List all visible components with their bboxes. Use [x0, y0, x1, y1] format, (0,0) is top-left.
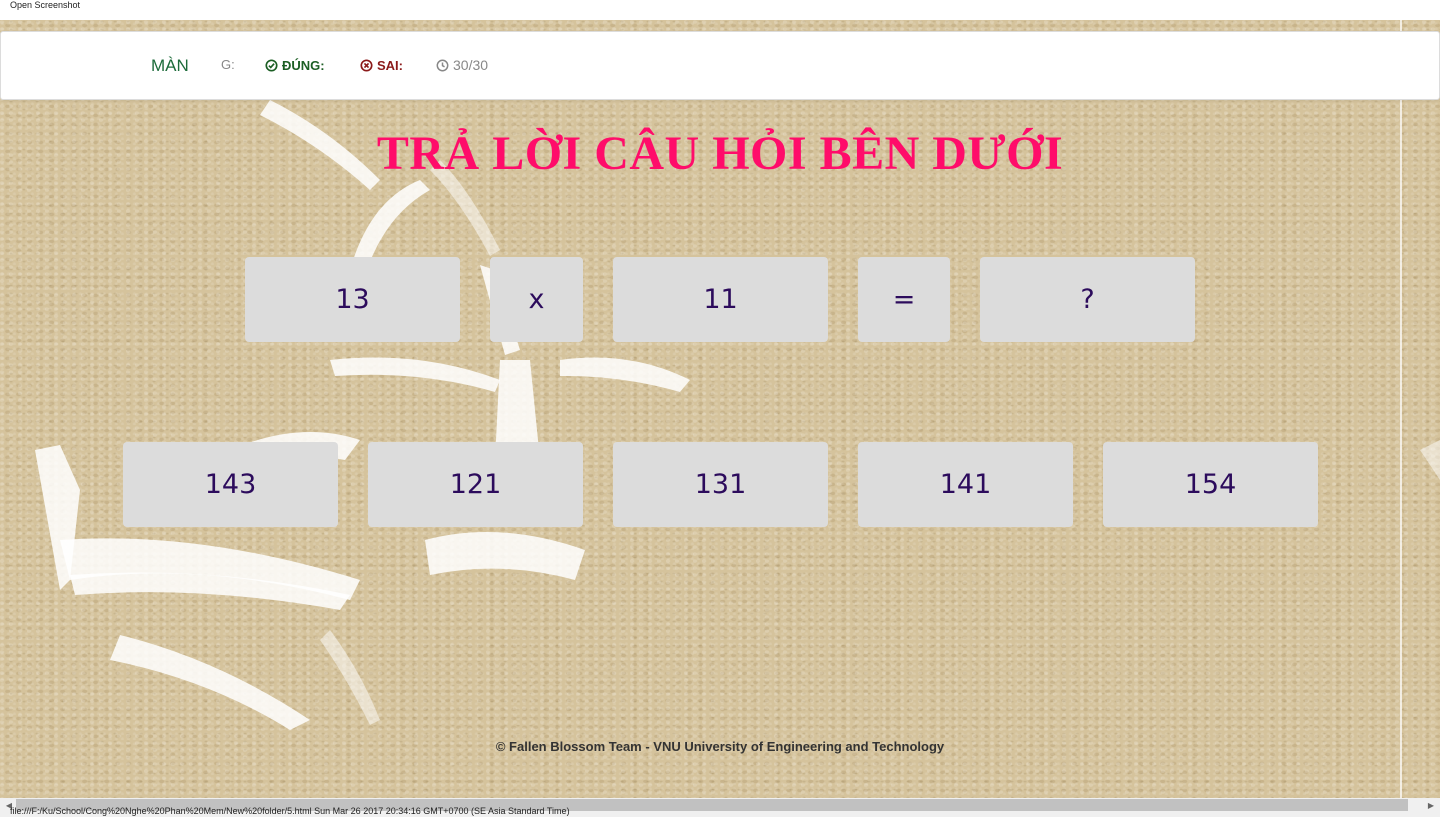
answer-button-4[interactable]: 141	[858, 442, 1073, 527]
g-label: G:	[221, 57, 235, 72]
footer-credit: © Fallen Blossom Team - VNU University o…	[495, 739, 945, 754]
answer-button-5[interactable]: 154	[1103, 442, 1318, 527]
result-tile: ?	[980, 257, 1195, 342]
equals-tile: =	[858, 257, 950, 342]
operand-b-tile: 11	[613, 257, 828, 342]
answer-button-1[interactable]: 143	[123, 442, 338, 527]
operator-tile: x	[490, 257, 583, 342]
page-title: TRẢ LỜI CÂU HỎI BÊN DƯỚI	[376, 127, 1064, 180]
x-circle-icon	[360, 59, 373, 72]
window-title: Open Screenshot	[10, 0, 81, 10]
clock-icon	[436, 59, 449, 71]
correct-count: ĐÚNG:	[265, 58, 325, 73]
correct-label: ĐÚNG:	[282, 58, 325, 73]
answer-button-3[interactable]: 131	[613, 442, 828, 527]
status-url: file:///F:/Ku/School/Cong%20Nghe%20Phan%…	[10, 806, 570, 816]
check-circle-icon	[265, 59, 278, 72]
scroll-right-icon[interactable]: ▶	[1424, 798, 1438, 812]
timer: 30/30	[436, 57, 488, 73]
timer-value: 30/30	[453, 57, 489, 73]
level-label: MÀN	[151, 56, 189, 75]
operand-a-tile: 13	[245, 257, 460, 342]
answer-button-2[interactable]: 121	[368, 442, 583, 527]
status-header: MÀN G: ĐÚNG: SAI: 30/30	[0, 31, 1440, 100]
wrong-label: SAI:	[377, 58, 403, 73]
wrong-count: SAI:	[360, 58, 403, 73]
